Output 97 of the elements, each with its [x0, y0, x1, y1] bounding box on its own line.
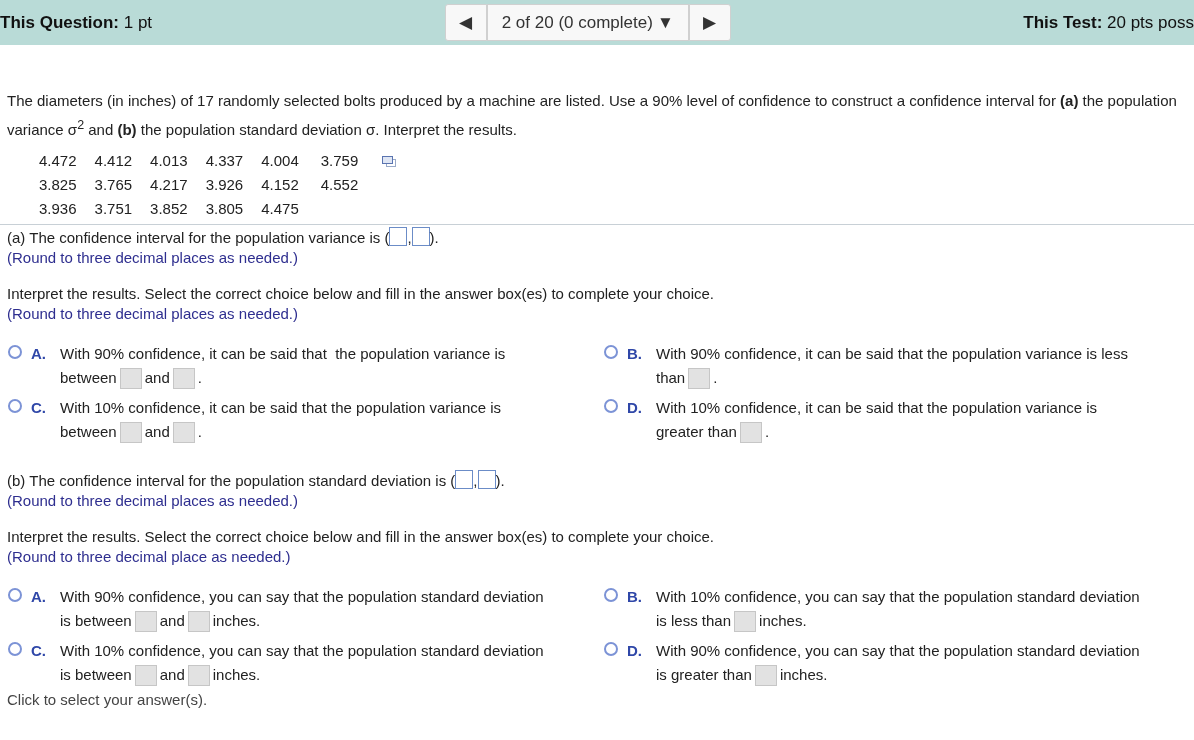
data-value: 3.825 — [39, 174, 95, 198]
option-letter: A. — [31, 344, 47, 364]
option-text: With 90% confidence, it can be said that the population variance is — [60, 345, 506, 362]
option-letter: D. — [627, 641, 643, 661]
option-text: . — [764, 423, 770, 440]
prompt-text: ). — [495, 472, 505, 489]
data-value: 4.472 — [39, 150, 95, 174]
next-button[interactable]: ▶ — [688, 4, 731, 41]
prompt-text: ). — [429, 229, 439, 246]
answer-box[interactable] — [187, 665, 210, 686]
answer-box[interactable] — [754, 665, 777, 686]
copy-data-icon[interactable] — [382, 156, 397, 167]
option-text: With 90% confidence, you can say that the population standard deviation — [60, 588, 544, 605]
option-text: and — [144, 423, 170, 440]
option-text: inches. — [212, 666, 261, 683]
data-value: 3.926 — [205, 174, 262, 198]
option-text: . — [197, 423, 202, 440]
radio-button[interactable] — [604, 588, 618, 602]
question-text: The diameters (in inches) of 17 randomly selected bolts produced by a machine are listed. Use a 90% level of confidence to construct a confidence interval for (a) the population variance σ$^{2}$ and (b) the population standard deviation σ. Interpret the results. — [7, 91, 1178, 140]
question-points: This Question: 1 pt — [0, 12, 153, 33]
answer-box[interactable] — [455, 470, 474, 489]
footer-hint: Click to select your answer(s). — [7, 691, 209, 709]
prompt-text: , — [473, 472, 478, 489]
option-text: greater than — [656, 423, 737, 440]
answer-box[interactable] — [734, 611, 757, 632]
answer-box[interactable] — [187, 611, 210, 632]
radio-button[interactable] — [8, 399, 22, 413]
prompt-text: (a) The confidence interval for the population variance is ( — [7, 229, 390, 246]
data-value: 3.759 — [319, 151, 360, 171]
option-text: With 10% confidence, you can say that the population standard deviation — [60, 642, 544, 659]
question-selector[interactable]: 2 of 20 (0 complete) ▼ — [486, 4, 689, 41]
radio-button[interactable] — [8, 642, 22, 656]
rounding-hint: (Round to three decimal places as needed.) — [7, 304, 299, 324]
option-text: With 90% confidence, you can say that the population standard deviation — [656, 642, 1140, 659]
option-text: With 10% confidence, you can say that the population standard deviation — [656, 588, 1140, 605]
rounding-hint: (Round to three decimal places as needed.) — [7, 248, 299, 268]
option-letter: B. — [627, 344, 643, 364]
data-value: 3.852 — [150, 198, 206, 222]
option-letter: A. — [31, 587, 47, 607]
option-text: inches. — [212, 612, 261, 629]
option-text: . — [197, 369, 202, 386]
option-text: and — [159, 666, 185, 683]
option-letter: D. — [627, 398, 643, 418]
data-value: 3.936 — [39, 198, 95, 222]
data-value: 4.475 — [261, 199, 300, 219]
data-value: 4.412 — [94, 150, 151, 174]
radio-button[interactable] — [8, 345, 22, 359]
instruction-text: Interpret the results. Select the correct choice below and fill in the answer box(es) to complete your choice. — [7, 527, 715, 547]
option-text: is between — [60, 666, 132, 683]
answer-box[interactable] — [389, 227, 408, 246]
option-text: between — [60, 369, 117, 386]
data-value: 3.765 — [94, 174, 151, 198]
option-text: is less than — [656, 612, 732, 629]
data-value: 4.337 — [205, 150, 262, 174]
answer-box[interactable] — [688, 368, 711, 389]
answer-box[interactable] — [134, 611, 157, 632]
option-text: than — [656, 369, 686, 386]
answer-box[interactable] — [134, 665, 157, 686]
option-letter: C. — [31, 641, 47, 661]
option-text: is between — [60, 612, 132, 629]
radio-button[interactable] — [8, 588, 22, 602]
option-text: With 90% confidence, it can be said that the population variance is less — [656, 345, 1128, 362]
rounding-hint: (Round to three decimal places as needed.) — [7, 491, 299, 511]
option-text: With 10% confidence, it can be said that the population variance is — [60, 399, 502, 416]
data-value: 4.552 — [319, 175, 360, 195]
instruction-text: Interpret the results. Select the correct choice below and fill in the answer box(es) to complete your choice. — [7, 284, 715, 304]
radio-button[interactable] — [604, 642, 618, 656]
answer-box[interactable] — [119, 422, 142, 443]
option-text: With 10% confidence, it can be said that the population variance is — [656, 399, 1098, 416]
prompt-text: , — [407, 229, 412, 246]
data-value: 4.004 — [261, 151, 300, 171]
data-value: 4.217 — [150, 174, 206, 198]
option-letter: C. — [31, 398, 47, 418]
option-text: and — [159, 612, 185, 629]
answer-box[interactable] — [411, 227, 430, 246]
data-value: 4.152 — [261, 175, 300, 195]
option-text: . — [713, 369, 718, 386]
answer-box[interactable] — [172, 368, 195, 389]
test-points: This Test: 20 pts poss — [1023, 12, 1194, 33]
previous-button[interactable]: ◀ — [444, 4, 487, 41]
answer-box[interactable] — [739, 422, 762, 443]
option-text: inches. — [759, 612, 807, 629]
radio-button[interactable] — [604, 399, 618, 413]
answer-box[interactable] — [119, 368, 142, 389]
prompt-text: (b) The confidence interval for the population standard deviation is ( — [7, 472, 456, 489]
option-text: inches. — [779, 666, 828, 683]
rounding-hint: (Round to three decimal place as needed.) — [7, 547, 292, 567]
data-value: 3.751 — [94, 198, 151, 222]
answer-box[interactable] — [172, 422, 195, 443]
data-value: 3.805 — [205, 198, 262, 222]
option-text: and — [144, 369, 170, 386]
answer-box[interactable] — [477, 470, 496, 489]
option-text: between — [60, 423, 117, 440]
option-letter: B. — [627, 587, 643, 607]
data-value: 4.013 — [150, 150, 206, 174]
option-text: is greater than — [656, 666, 752, 683]
radio-button[interactable] — [604, 345, 618, 359]
